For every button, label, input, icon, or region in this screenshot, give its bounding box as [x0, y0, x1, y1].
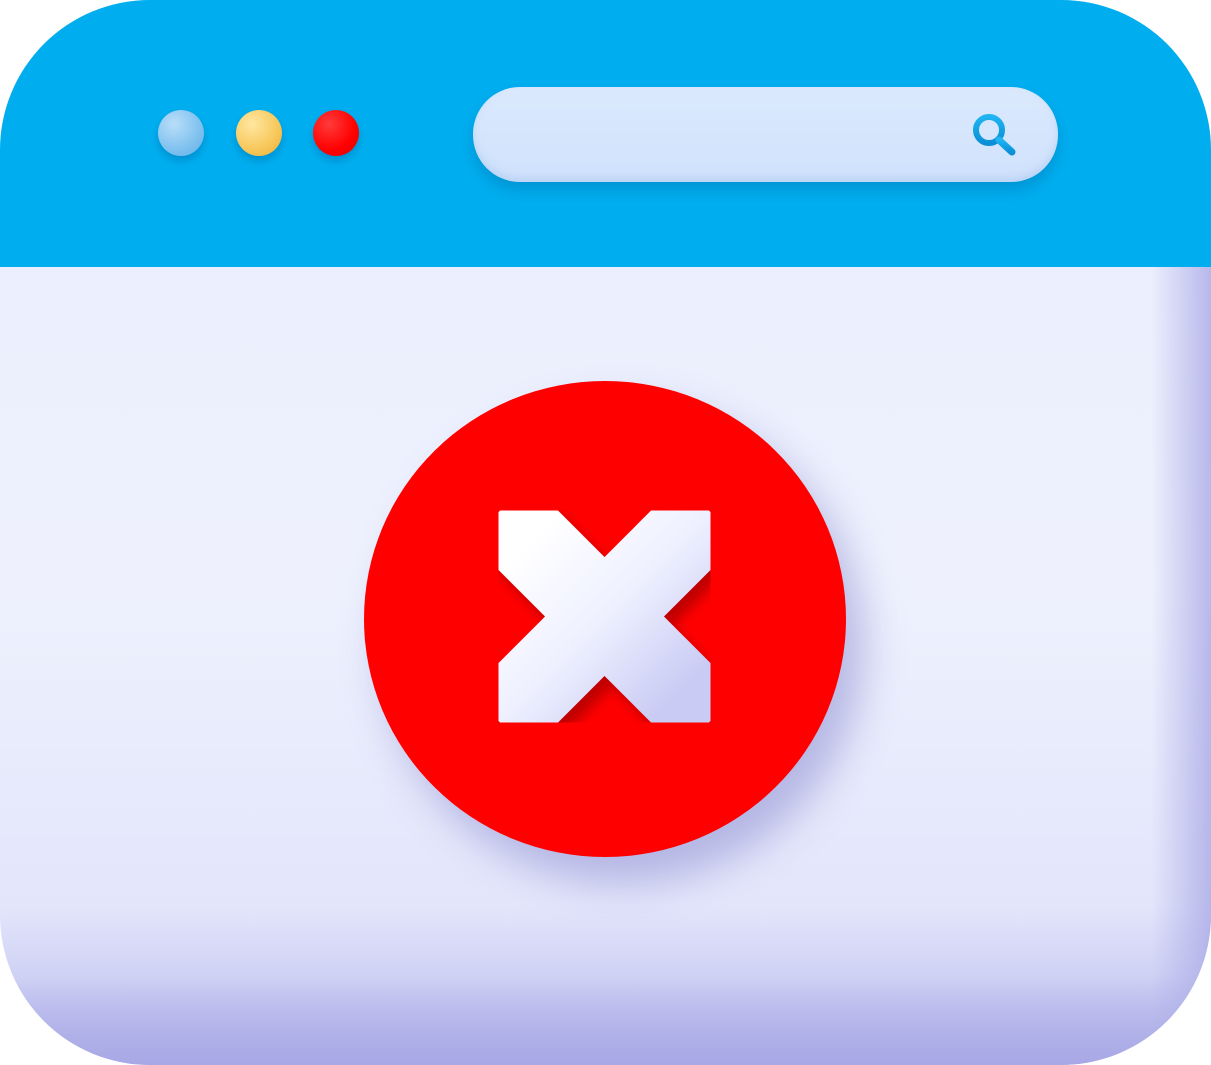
browser-window — [0, 0, 1211, 1065]
window-control-red[interactable] — [313, 110, 359, 156]
error-indicator — [364, 381, 846, 857]
title-bar — [0, 0, 1211, 267]
close-icon — [487, 499, 722, 734]
search-icon[interactable] — [968, 111, 1020, 159]
window-control-blue[interactable] — [158, 110, 204, 156]
window-control-yellow[interactable] — [236, 110, 282, 156]
